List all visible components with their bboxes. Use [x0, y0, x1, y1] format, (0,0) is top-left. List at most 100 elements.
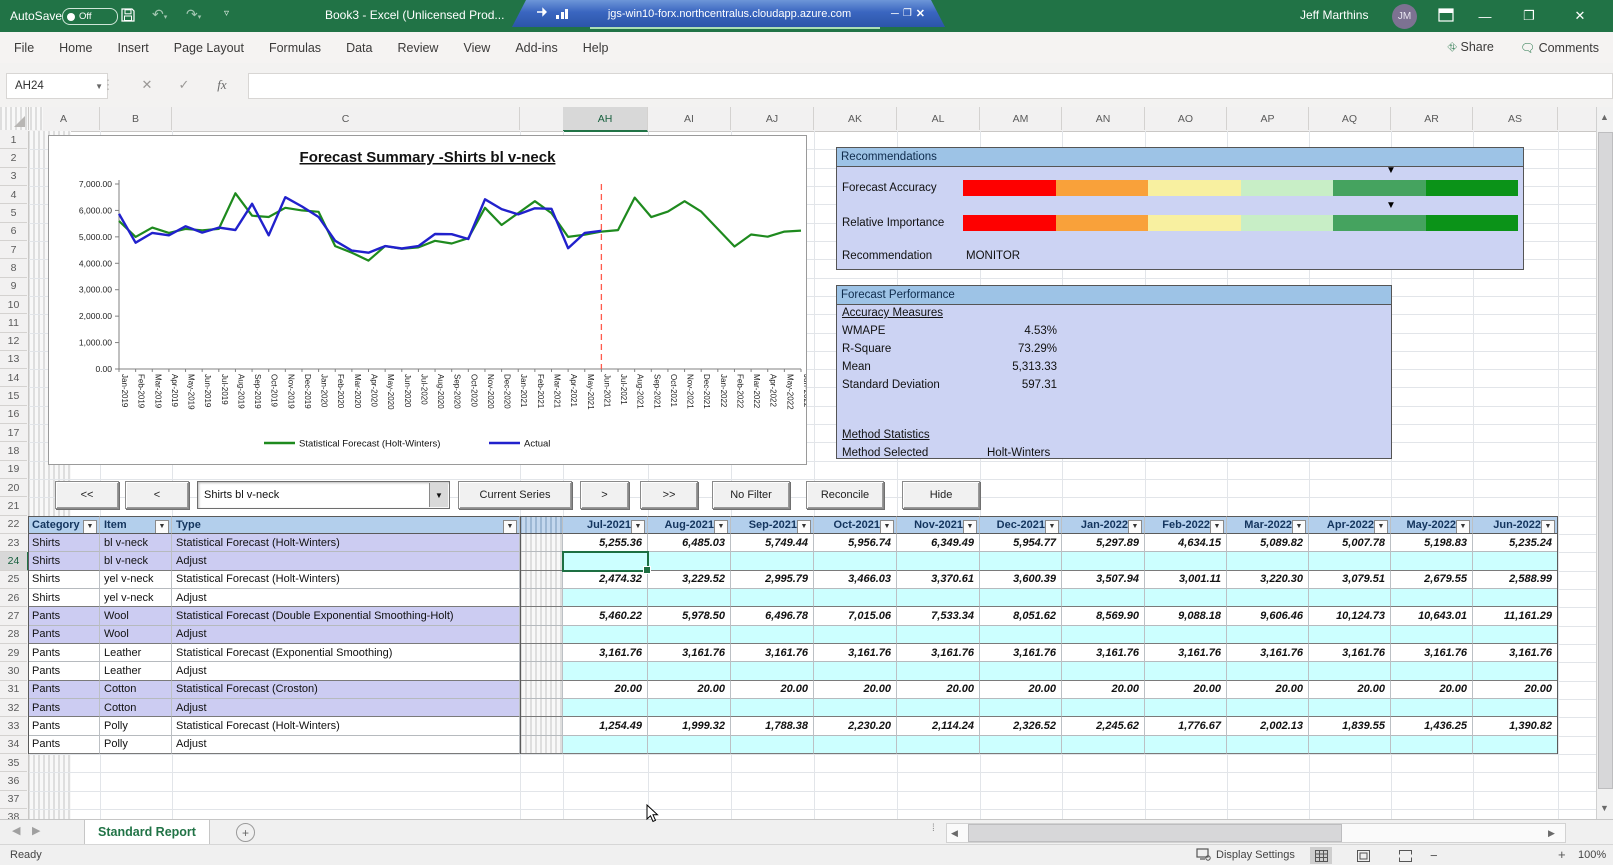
prev-sheet-icon[interactable]: ◀ [12, 824, 20, 837]
column-header-AS[interactable]: AS [1473, 107, 1558, 130]
cell-item-row24[interactable]: bl v-neck [100, 552, 172, 570]
column-header-AM[interactable]: AM [980, 107, 1062, 130]
cell-AQ32[interactable] [1309, 699, 1391, 717]
cell-AO23[interactable]: 4,634.15 [1145, 534, 1227, 552]
cell-AR34[interactable] [1391, 736, 1473, 754]
cell-AM29[interactable]: 3,161.76 [980, 644, 1062, 662]
cell-AN27[interactable]: 8,569.90 [1062, 607, 1145, 625]
cell-AL29[interactable]: 3,161.76 [897, 644, 980, 662]
cell-type-row34[interactable]: Adjust [172, 736, 520, 754]
row-header-12[interactable]: 12 [0, 333, 27, 351]
vertical-scrollbar-thumb[interactable] [1598, 132, 1613, 789]
user-name[interactable]: Jeff Marthins [1300, 8, 1368, 22]
cell-AS23[interactable]: 5,235.24 [1473, 534, 1558, 552]
cell-item-row27[interactable]: Wool [100, 607, 172, 625]
undo-icon[interactable]: ↶▾ [152, 6, 167, 23]
cell-AO31[interactable]: 20.00 [1145, 681, 1227, 699]
filter-dropdown-icon-Apr-2022[interactable]: ▼ [1374, 520, 1388, 534]
cell-AK28[interactable] [814, 626, 897, 644]
cell-item-row29[interactable]: Leather [100, 644, 172, 662]
column-header-AK[interactable]: AK [814, 107, 897, 130]
cell-AI28[interactable] [648, 626, 731, 644]
cell-AH23[interactable]: 5,255.36 [563, 534, 648, 552]
row-header-16[interactable]: 16 [0, 406, 27, 424]
row-header-4[interactable]: 4 [0, 186, 27, 204]
row-header-27[interactable]: 27 [0, 607, 27, 625]
cell-type-row31[interactable]: Statistical Forecast (Croston) [172, 681, 520, 699]
table-header-May-2022[interactable]: May-2022▼ [1391, 516, 1473, 534]
row-header-22[interactable]: 22 [0, 516, 27, 534]
comments-button[interactable]: 🗨 Comments [1520, 41, 1599, 55]
filter-dropdown-icon-Jul-2021[interactable]: ▼ [631, 520, 645, 534]
cell-item-row32[interactable]: Cotton [100, 699, 172, 717]
cell-type-row24[interactable]: Adjust [172, 552, 520, 570]
ribbon-tab-formulas[interactable]: Formulas [269, 41, 321, 55]
cell-AN28[interactable] [1062, 626, 1145, 644]
row-header-11[interactable]: 11 [0, 314, 27, 332]
name-box[interactable]: AH24 ▼ [6, 73, 108, 99]
table-header-Jul-2021[interactable]: Jul-2021▼ [563, 516, 648, 534]
table-header-Dec-2021[interactable]: Dec-2021▼ [980, 516, 1062, 534]
rdp-minimize-icon[interactable]: ─ [891, 8, 899, 20]
cell-AP26[interactable] [1227, 589, 1309, 607]
row-header-15[interactable]: 15 [0, 387, 27, 405]
cell-AM33[interactable]: 2,326.52 [980, 717, 1062, 735]
save-icon[interactable] [120, 7, 136, 28]
ribbon-tab-view[interactable]: View [463, 41, 490, 55]
ribbon-tab-review[interactable]: Review [397, 41, 438, 55]
cell-category-row26[interactable]: Shirts [28, 589, 100, 607]
row-header-36[interactable]: 36 [0, 772, 27, 790]
cell-AI23[interactable]: 6,485.03 [648, 534, 731, 552]
cell-AQ23[interactable]: 5,007.78 [1309, 534, 1391, 552]
cell-AL31[interactable]: 20.00 [897, 681, 980, 699]
cell-AI27[interactable]: 5,978.50 [648, 607, 731, 625]
insert-function-icon[interactable]: fx [210, 73, 234, 97]
ribbon-display-options-icon[interactable] [1438, 8, 1454, 27]
no-filter-button[interactable]: No Filter [712, 481, 790, 509]
current-series-button[interactable]: Current Series [458, 481, 572, 509]
cell-AO32[interactable] [1145, 699, 1227, 717]
scroll-down-icon[interactable]: ▼ [1600, 803, 1609, 813]
row-header-34[interactable]: 34 [0, 736, 27, 754]
cell-category-row34[interactable]: Pants [28, 736, 100, 754]
cell-AL33[interactable]: 2,114.24 [897, 717, 980, 735]
table-header-Oct-2021[interactable]: Oct-2021▼ [814, 516, 897, 534]
cell-AM26[interactable] [980, 589, 1062, 607]
cell-AH26[interactable] [563, 589, 648, 607]
cell-AM30[interactable] [980, 662, 1062, 680]
column-header-AN[interactable]: AN [1062, 107, 1145, 130]
cell-AN25[interactable]: 3,507.94 [1062, 571, 1145, 589]
row-header-6[interactable]: 6 [0, 223, 27, 241]
cell-AJ33[interactable]: 1,788.38 [731, 717, 814, 735]
filter-dropdown-icon-Oct-2021[interactable]: ▼ [880, 520, 894, 534]
cell-AO27[interactable]: 9,088.18 [1145, 607, 1227, 625]
cell-AO30[interactable] [1145, 662, 1227, 680]
column-headers[interactable]: ABCAHAIAJAKALAMANAOAPAQARAS [0, 107, 1596, 132]
row-header-21[interactable]: 21 [0, 497, 27, 515]
row-header-29[interactable]: 29 [0, 644, 27, 662]
cell-AK25[interactable]: 3,466.03 [814, 571, 897, 589]
cell-AJ32[interactable] [731, 699, 814, 717]
cell-AP24[interactable] [1227, 552, 1309, 570]
row-header-10[interactable]: 10 [0, 296, 27, 314]
forecast-chart[interactable]: Forecast Summary -Shirts bl v-neck7,000.… [48, 135, 807, 465]
cell-AI33[interactable]: 1,999.32 [648, 717, 731, 735]
cell-AP28[interactable] [1227, 626, 1309, 644]
row-header-38[interactable]: 38 [0, 809, 27, 819]
cell-AL27[interactable]: 7,533.34 [897, 607, 980, 625]
series-dropdown[interactable]: Shirts bl v-neck ▼ [197, 481, 450, 509]
normal-view-icon[interactable] [1310, 847, 1332, 864]
cell-item-row28[interactable]: Wool [100, 626, 172, 644]
cell-AJ31[interactable]: 20.00 [731, 681, 814, 699]
cell-AR29[interactable]: 3,161.76 [1391, 644, 1473, 662]
ribbon-tab-add-ins[interactable]: Add-ins [515, 41, 557, 55]
pin-icon[interactable] [536, 5, 548, 23]
cell-AP32[interactable] [1227, 699, 1309, 717]
row-header-37[interactable]: 37 [0, 791, 27, 809]
filter-dropdown-icon-Mar-2022[interactable]: ▼ [1292, 520, 1306, 534]
cell-AL32[interactable] [897, 699, 980, 717]
table-header-Mar-2022[interactable]: Mar-2022▼ [1227, 516, 1309, 534]
cell-category-row23[interactable]: Shirts [28, 534, 100, 552]
cell-AS34[interactable] [1473, 736, 1558, 754]
filter-dropdown-icon-Jan-2022[interactable]: ▼ [1128, 520, 1142, 534]
